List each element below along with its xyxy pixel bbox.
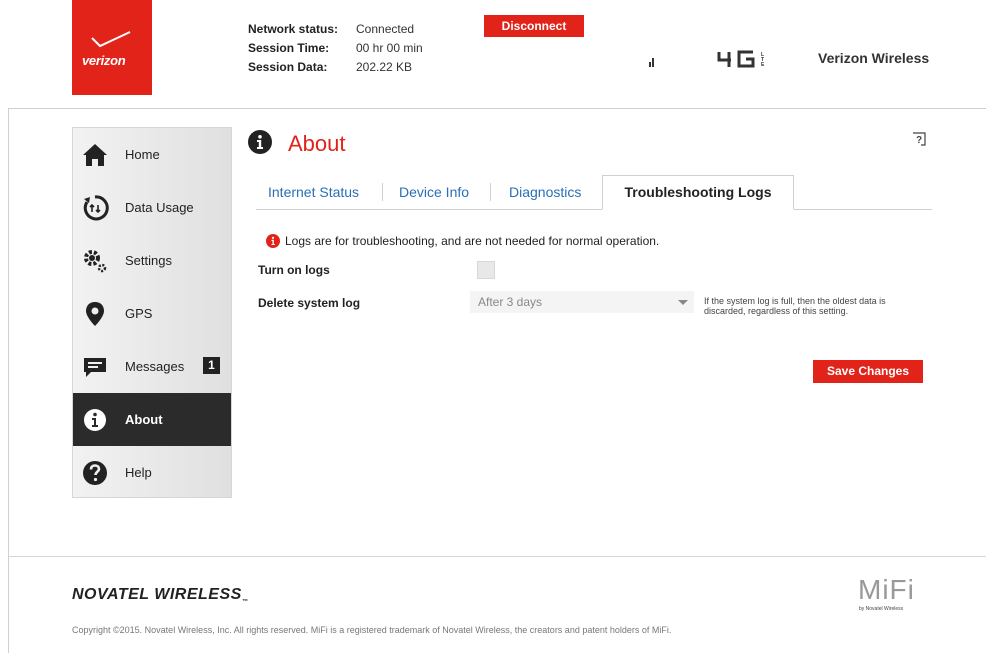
- network-status-value: Connected: [356, 22, 415, 36]
- tab-troubleshooting-logs[interactable]: Troubleshooting Logs: [602, 175, 794, 210]
- signal-strength-icon: [649, 58, 654, 67]
- network-status-label: Network status:: [248, 22, 339, 36]
- session-data-label: Session Data:: [248, 60, 328, 74]
- sidebar: Home Data Usage Settings GPS Messages 1: [72, 127, 232, 498]
- sidebar-item-home[interactable]: Home: [73, 128, 231, 181]
- sidebar-item-label: GPS: [125, 306, 153, 321]
- tab-bar: Internet Status Device Info Diagnostics …: [256, 175, 932, 210]
- messages-count-badge: 1: [203, 357, 220, 374]
- location-pin-icon: [86, 302, 104, 326]
- sidebar-item-label: About: [125, 412, 163, 427]
- checkmark-icon: [91, 31, 131, 48]
- message-icon: [84, 358, 106, 377]
- gears-icon: [84, 250, 107, 273]
- mifi-sub-text: by Novatel Wireless: [859, 606, 904, 612]
- copyright-text: Copyright ©2015. Novatel Wireless, Inc. …: [72, 625, 672, 635]
- delete-system-log-value: After 3 days: [478, 295, 543, 309]
- save-changes-button[interactable]: Save Changes: [813, 360, 923, 383]
- sidebar-item-label: Messages: [125, 359, 185, 374]
- session-time-value: 00 hr 00 min: [356, 41, 423, 55]
- novatel-wireless-logo[interactable]: NOVATEL WIRELESS™: [72, 586, 248, 605]
- turn-on-logs-label: Turn on logs: [258, 263, 330, 277]
- disconnect-button[interactable]: Disconnect: [484, 15, 584, 37]
- brand-text: NOVATEL WIRELESS: [72, 586, 242, 603]
- sidebar-item-gps[interactable]: GPS: [73, 287, 231, 340]
- question-icon: [83, 461, 107, 485]
- sidebar-item-help[interactable]: Help: [73, 446, 231, 499]
- svg-text:?: ?: [916, 135, 922, 146]
- chevron-down-icon: [678, 300, 688, 305]
- delete-log-hint: If the system log is full, then the olde…: [704, 296, 886, 316]
- info-alert-icon: [266, 234, 280, 248]
- sidebar-item-settings[interactable]: Settings: [73, 234, 231, 287]
- page-title: About: [288, 131, 346, 156]
- mifi-logo: MiFi: [858, 574, 915, 605]
- lte-4g-icon: L T E: [717, 50, 765, 68]
- header: verizon Network status: Connected Sessio…: [8, 0, 986, 109]
- logo-text: verizon: [82, 53, 126, 68]
- turn-on-logs-checkbox[interactable]: [477, 261, 495, 279]
- info-message-text: Logs are for troubleshooting, and are no…: [285, 234, 660, 248]
- session-time-label: Session Time:: [248, 41, 330, 55]
- help-icon[interactable]: ?: [912, 132, 926, 146]
- tab-internet-status[interactable]: Internet Status: [268, 175, 359, 209]
- session-data-value: 202.22 KB: [356, 60, 413, 74]
- tab-diagnostics[interactable]: Diagnostics: [509, 175, 581, 209]
- sidebar-item-about[interactable]: About: [73, 393, 231, 446]
- home-icon: [83, 144, 107, 166]
- sidebar-item-data-usage[interactable]: Data Usage: [73, 181, 231, 234]
- tab-device-info[interactable]: Device Info: [399, 175, 469, 209]
- info-message: Logs are for troubleshooting, and are no…: [266, 234, 659, 248]
- footer-divider: [8, 556, 986, 557]
- carrier-name: Verizon Wireless: [818, 50, 930, 66]
- sidebar-item-label: Data Usage: [125, 200, 194, 215]
- data-usage-icon: [83, 195, 109, 221]
- connection-status: Network status: Connected Session Time: …: [248, 20, 423, 77]
- tab-divider: [382, 183, 383, 201]
- verizon-logo[interactable]: verizon: [72, 0, 152, 95]
- sidebar-item-messages[interactable]: Messages 1: [73, 340, 231, 393]
- delete-system-log-select[interactable]: After 3 days: [470, 291, 694, 313]
- sidebar-item-label: Help: [125, 465, 152, 480]
- info-icon: [84, 409, 106, 431]
- info-icon: [248, 130, 272, 154]
- svg-text:E: E: [761, 62, 765, 68]
- sidebar-item-label: Settings: [125, 253, 172, 268]
- tab-divider: [490, 183, 491, 201]
- sidebar-item-label: Home: [125, 147, 160, 162]
- trademark: ™: [241, 599, 249, 606]
- delete-system-log-label: Delete system log: [258, 296, 361, 310]
